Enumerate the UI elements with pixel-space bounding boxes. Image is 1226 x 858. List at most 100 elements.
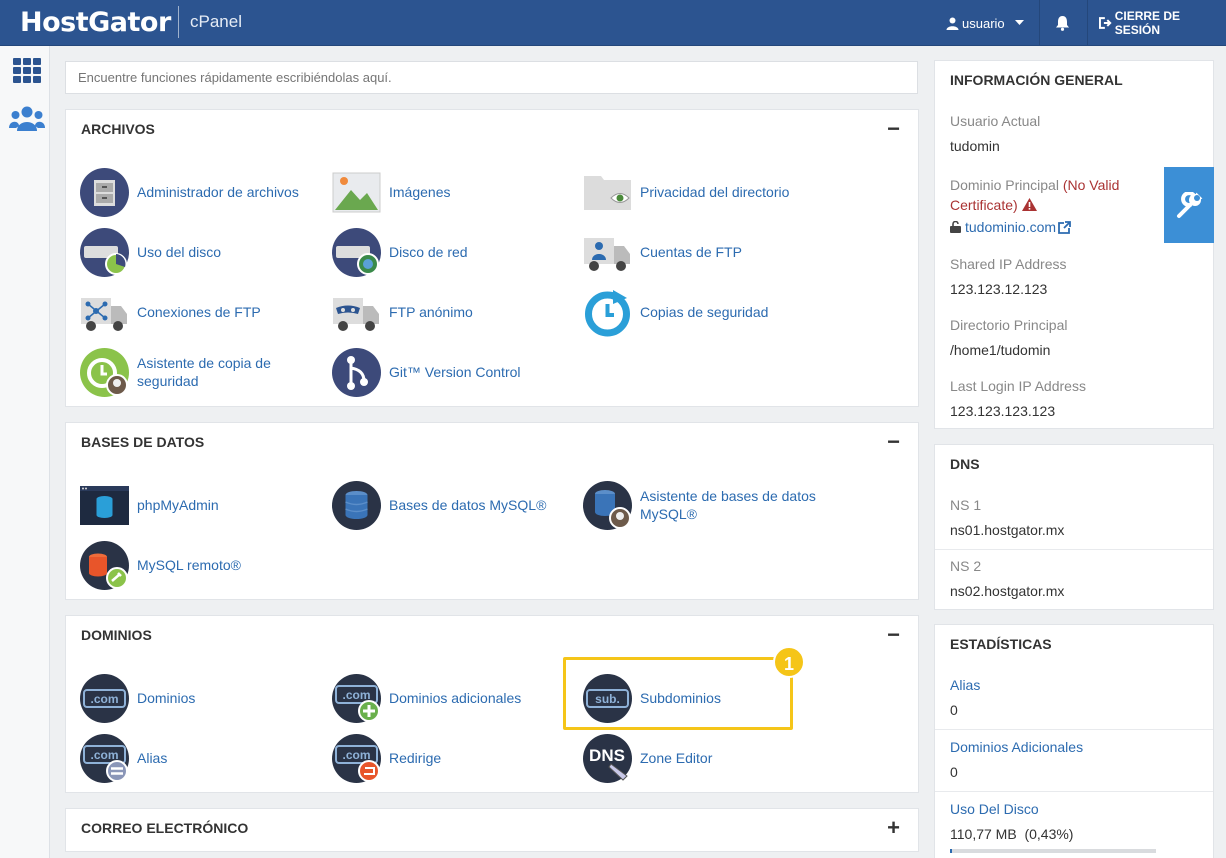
images-icon [332,172,381,212]
disk-usage-icon [80,227,129,277]
email-panel: CORREO ELECTRÓNICO + [65,808,919,852]
general-info-panel: INFORMACIÓN GENERAL Usuario Actual tudom… [934,60,1214,429]
tile-mysql-wizard[interactable]: Asistente de bases de datos MySQL® [583,479,828,531]
tile-phpmyadmin[interactable]: phpMyAdmin [80,479,325,531]
domains-icon: .com [80,673,129,723]
collapse-button[interactable]: − [887,622,900,648]
info-label: Shared IP Address [950,256,1067,272]
step-badge: 1 [773,646,805,678]
current-user-value: tudomin [950,138,1000,154]
addon-domains-link[interactable]: Dominios Adicionales [950,739,1083,755]
tile-redirects[interactable]: .com Redirige [332,732,577,784]
dns-panel: DNS NS 1 ns01.hostgator.mx NS 2 ns02.hos… [934,444,1214,610]
zone-editor-icon: DNS [583,733,632,783]
tile-directory-privacy[interactable]: Privacidad del directorio [583,166,828,218]
panel-title: DNS [950,456,980,472]
brand-divider [178,6,179,38]
topbar-divider [1039,0,1040,46]
disk-usage-bar [950,849,1156,853]
left-sidebar [0,46,50,858]
mysql-wizard-icon [583,480,632,530]
tile-label: Alias [137,750,168,766]
tools-tab[interactable] [1164,167,1214,243]
brand-logo[interactable]: HostGator [20,7,171,38]
icon-text: .com [90,692,118,706]
search-input[interactable] [65,61,918,94]
collapse-button[interactable]: − [887,429,900,455]
disk-usage-link[interactable]: Uso Del Disco [950,801,1039,817]
tile-domains[interactable]: .com Dominios [80,672,325,724]
section-title: CORREO ELECTRÓNICO [81,820,249,836]
tile-label: Disco de red [389,244,468,260]
tile-label: Conexiones de FTP [137,304,261,320]
unlock-icon [950,221,961,233]
tile-addon-domains[interactable]: .com Dominios adicionales [332,672,577,724]
aliases-link[interactable]: Alias [950,677,980,693]
chevron-down-icon [1014,20,1024,25]
tile-ftp-accounts[interactable]: Cuentas de FTP [583,226,828,278]
tile-disk-usage[interactable]: Uso del disco [80,226,325,278]
tile-label: Asistente de bases de datos MySQL® [640,488,816,522]
tile-aliases[interactable]: .com Alias [80,732,325,784]
user-menu[interactable]: usuario [946,0,1024,46]
tile-label: Asistente de copia de seguridad [137,355,271,389]
home-dir-value: /home1/tudomin [950,342,1051,358]
section-title: BASES DE DATOS [81,434,205,450]
tile-label: Privacidad del directorio [640,184,790,200]
section-title: DOMINIOS [81,627,152,643]
divider [935,791,1213,792]
ftp-connections-icon [81,297,127,331]
users-icon[interactable] [9,106,45,131]
external-link-icon[interactable] [1058,220,1071,234]
tile-anonymous-ftp[interactable]: FTP anónimo [332,286,577,338]
tile-label: Uso del disco [137,244,222,260]
collapse-button[interactable]: − [887,116,900,142]
disk-usage-value: 110,77 MB (0,43%) [950,826,1073,842]
tile-backup-wizard[interactable]: Asistente de copia de seguridad [80,346,325,398]
aliases-icon: .com [80,733,129,783]
web-disk-icon [332,227,381,277]
icon-text: DNS [589,746,625,765]
tile-mysql-databases[interactable]: Bases de datos MySQL® [332,479,577,531]
main-domain-label: Dominio Principal (No Valid Certificate) [950,175,1150,215]
tile-label: Imágenes [389,184,451,200]
wrench-icon [1177,192,1203,218]
anonymous-ftp-icon [333,297,379,331]
tile-ftp-connections[interactable]: Conexiones de FTP [80,286,325,338]
expand-button[interactable]: + [887,815,900,841]
tile-images[interactable]: Imágenes [332,166,577,218]
icon-text: .com [342,688,370,702]
tile-remote-mysql[interactable]: MySQL remoto® [80,539,325,591]
topbar-divider [1087,0,1088,46]
bell-icon [1056,16,1069,31]
tile-label: Copias de seguridad [640,304,769,320]
warning-icon [1021,198,1037,211]
ftp-accounts-icon [584,237,630,271]
addon-domains-count: 0 [950,764,958,780]
notifications-button[interactable] [1055,0,1070,46]
tile-zone-editor[interactable]: DNS Zone Editor [583,732,828,784]
tile-label: MySQL remoto® [137,557,241,573]
mysql-databases-icon [332,480,381,530]
tile-web-disk[interactable]: Disco de red [332,226,577,278]
info-label: Usuario Actual [950,113,1041,129]
apps-grid-icon[interactable] [13,58,41,83]
tile-backup[interactable]: Copias de seguridad [583,286,828,338]
disk-usage-amount: 110,77 MB [950,826,1017,842]
tile-label: Bases de datos MySQL® [389,497,547,513]
files-panel: ARCHIVOS − Administrador de archivos Imá… [65,109,919,407]
tile-file-manager[interactable]: Administrador de archivos [80,166,325,218]
tile-label: phpMyAdmin [137,497,219,513]
logout-button[interactable]: CIERRE DE SESIÓN [1099,0,1226,46]
top-bar: HostGator cPanel usuario CIERRE DE SESIÓ… [0,0,1226,46]
info-label: NS 2 [950,558,982,574]
panel-title: ESTADÍSTICAS [950,636,1052,652]
info-label: Last Login IP Address [950,378,1086,394]
backup-wizard-icon [80,347,129,397]
main-domain-link[interactable]: tudominio.com [965,219,1056,235]
info-label: Dominio Principal [950,177,1059,193]
tile-git[interactable]: Git™ Version Control [332,346,577,398]
logout-icon [1099,17,1112,29]
ns1-value: ns01.hostgator.mx [950,522,1065,538]
tile-label: FTP anónimo [389,304,473,320]
